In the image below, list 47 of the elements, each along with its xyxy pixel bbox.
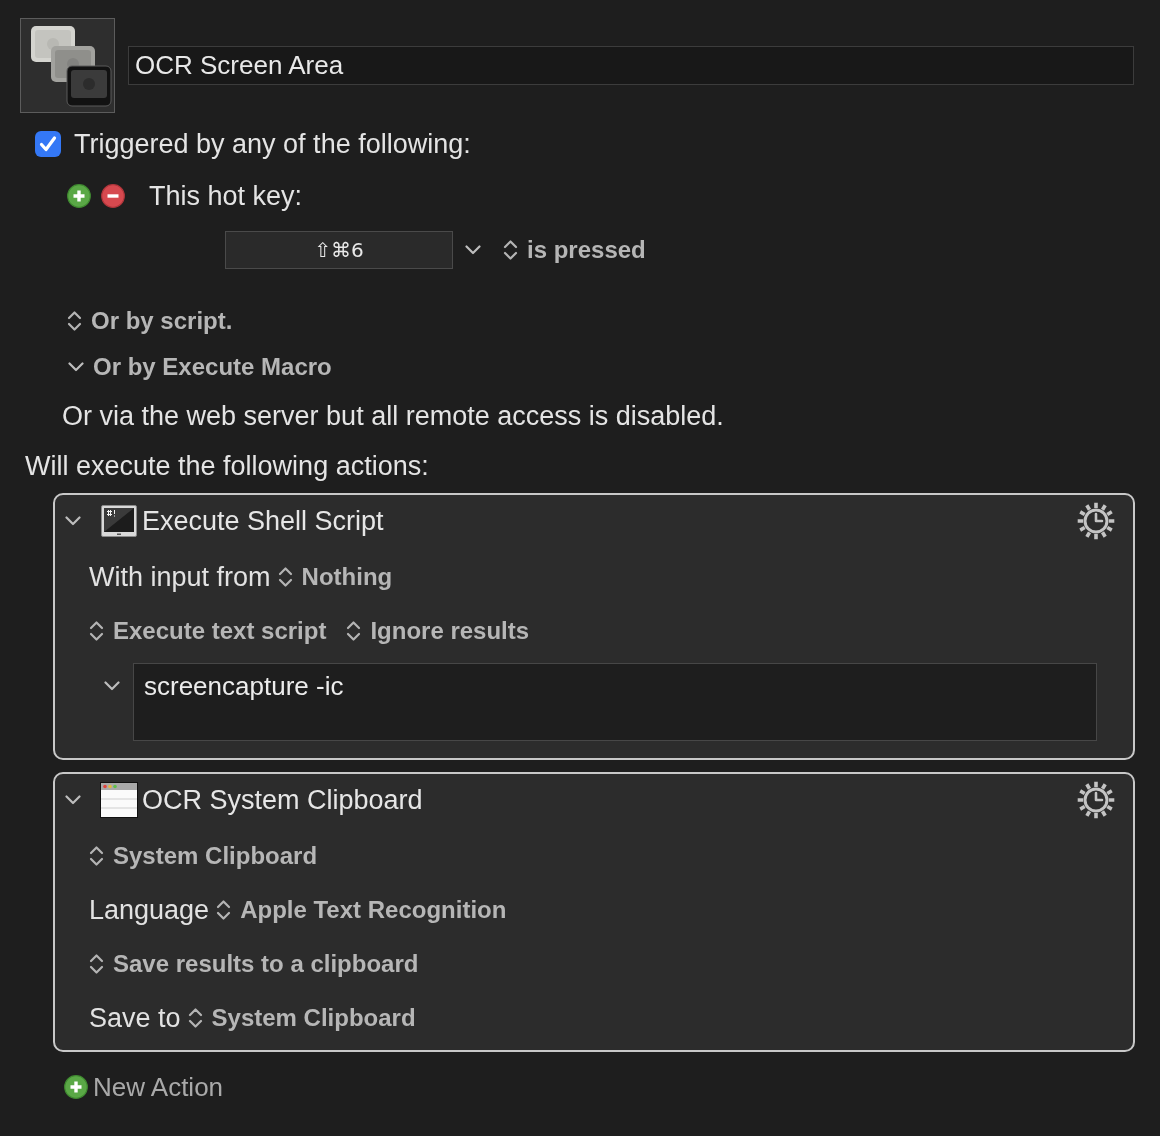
minus-circle-icon[interactable]	[101, 184, 125, 208]
gear-clock-icon[interactable]	[1076, 501, 1116, 541]
plus-circle-icon[interactable]	[64, 1075, 88, 1099]
field-label: With input from	[89, 563, 271, 591]
popup-menu-button[interactable]: Ignore results	[346, 617, 530, 645]
action-title: OCR System Clipboard	[142, 786, 423, 814]
updown-chevron-icon	[346, 619, 362, 643]
updown-chevron-icon	[277, 565, 293, 589]
popup-menu-button[interactable]: System Clipboard	[89, 842, 318, 870]
popup-menu-button[interactable]: Nothing	[277, 563, 393, 591]
stacked-frames-icon	[28, 23, 113, 108]
popup-menu-button[interactable]: System Clipboard	[187, 1004, 416, 1032]
trigger-checkbox[interactable]	[35, 131, 61, 157]
trigger-label: Triggered by any of the following:	[74, 130, 471, 158]
updown-chevron-icon	[89, 844, 104, 868]
popup-menu-button[interactable]: Execute text script	[89, 617, 327, 645]
action-title: Execute Shell Script	[142, 507, 384, 535]
gear-clock-icon[interactable]	[1076, 780, 1116, 820]
plus-circle-icon[interactable]	[67, 184, 91, 208]
chevron-down-icon[interactable]	[104, 681, 120, 691]
updown-chevron-icon	[187, 1006, 203, 1030]
updown-chevron-icon	[67, 309, 82, 333]
trigger-menu[interactable]: Or by Execute Macro	[67, 353, 332, 381]
icon-well[interactable]	[20, 18, 115, 113]
trigger-popup[interactable]: Or by script.	[67, 307, 233, 335]
chevron-down-icon[interactable]	[465, 245, 481, 255]
web-server-note: Or via the web server but all remote access is disabled.	[62, 402, 724, 430]
actions-heading: Will execute the following actions:	[25, 452, 429, 480]
popup-menu-button[interactable]: Save results to a clipboard	[89, 950, 419, 978]
new-action-button[interactable]: New Action	[64, 1073, 224, 1101]
field-label: Save to	[89, 1004, 181, 1032]
window-icon	[100, 782, 138, 818]
updown-chevron-icon	[89, 619, 104, 643]
condition-popup[interactable]: is pressed	[503, 236, 646, 264]
chevron-down-icon[interactable]	[65, 795, 81, 805]
macro-name-field[interactable]: OCR Screen Area	[128, 46, 1134, 85]
updown-chevron-icon	[216, 898, 232, 922]
script-field[interactable]: screencapture -ic	[133, 663, 1097, 741]
popup-menu-button[interactable]: Apple Text Recognition	[216, 896, 507, 924]
field-label: Language	[89, 896, 210, 924]
trigger-type-label: This hot key:	[149, 182, 303, 210]
updown-chevron-icon	[503, 238, 518, 262]
chevron-down-icon[interactable]	[65, 516, 81, 526]
terminal-icon	[101, 505, 137, 537]
updown-chevron-icon	[89, 952, 104, 976]
hotkey-field[interactable]: ⇧⌘6	[225, 231, 453, 269]
chevron-down-icon	[68, 362, 84, 372]
